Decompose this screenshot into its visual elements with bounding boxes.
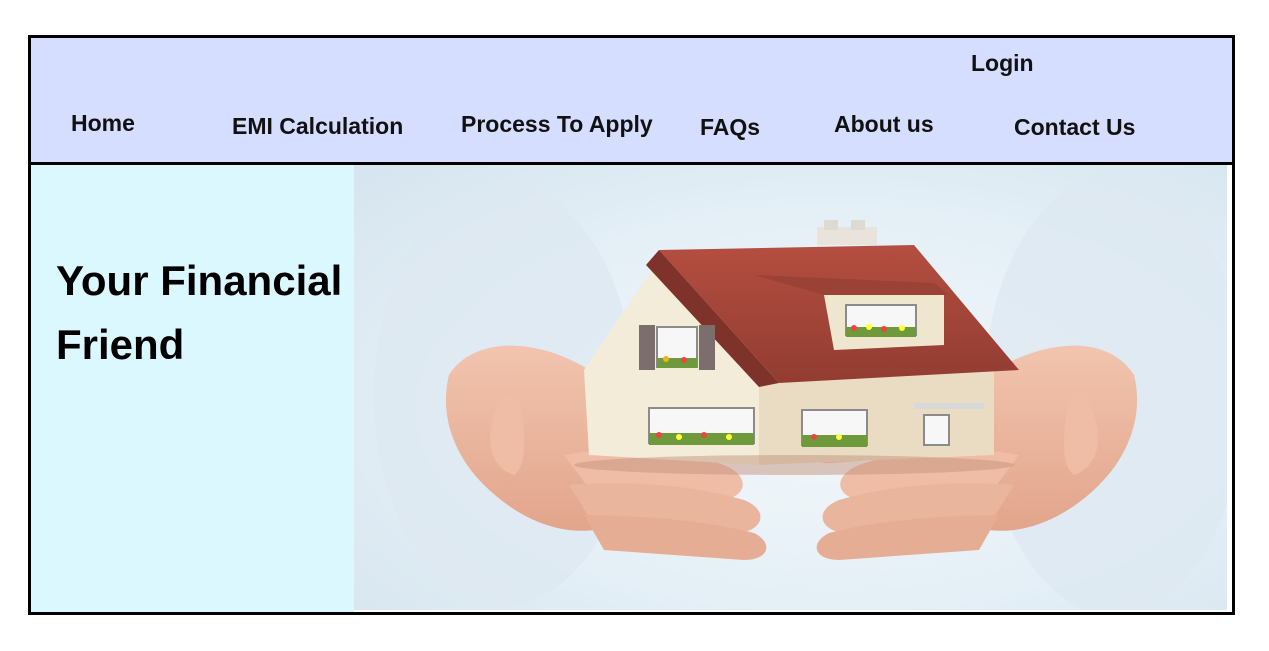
- hero-title-line-1: Your Financial: [56, 257, 343, 304]
- hands-holding-house-icon: [354, 165, 1227, 610]
- nav-item-emi-calculation[interactable]: EMI Calculation: [232, 113, 403, 140]
- nav-item-contact-us[interactable]: Contact Us: [1014, 114, 1135, 141]
- top-navigation: Login Home EMI Calculation Process To Ap…: [31, 38, 1232, 165]
- nav-item-process-to-apply[interactable]: Process To Apply: [461, 111, 653, 138]
- nav-item-faqs[interactable]: FAQs: [700, 114, 760, 141]
- hero-title-line-2: Friend: [56, 321, 185, 368]
- nav-item-about-us[interactable]: About us: [834, 111, 934, 138]
- hero-image: [354, 165, 1227, 610]
- hero-title: Your Financial Friend: [56, 249, 342, 377]
- nav-item-home[interactable]: Home: [71, 110, 135, 137]
- login-link[interactable]: Login: [971, 50, 1034, 77]
- hero-text-panel: Your Financial Friend: [31, 165, 354, 612]
- page-frame: Login Home EMI Calculation Process To Ap…: [28, 35, 1235, 615]
